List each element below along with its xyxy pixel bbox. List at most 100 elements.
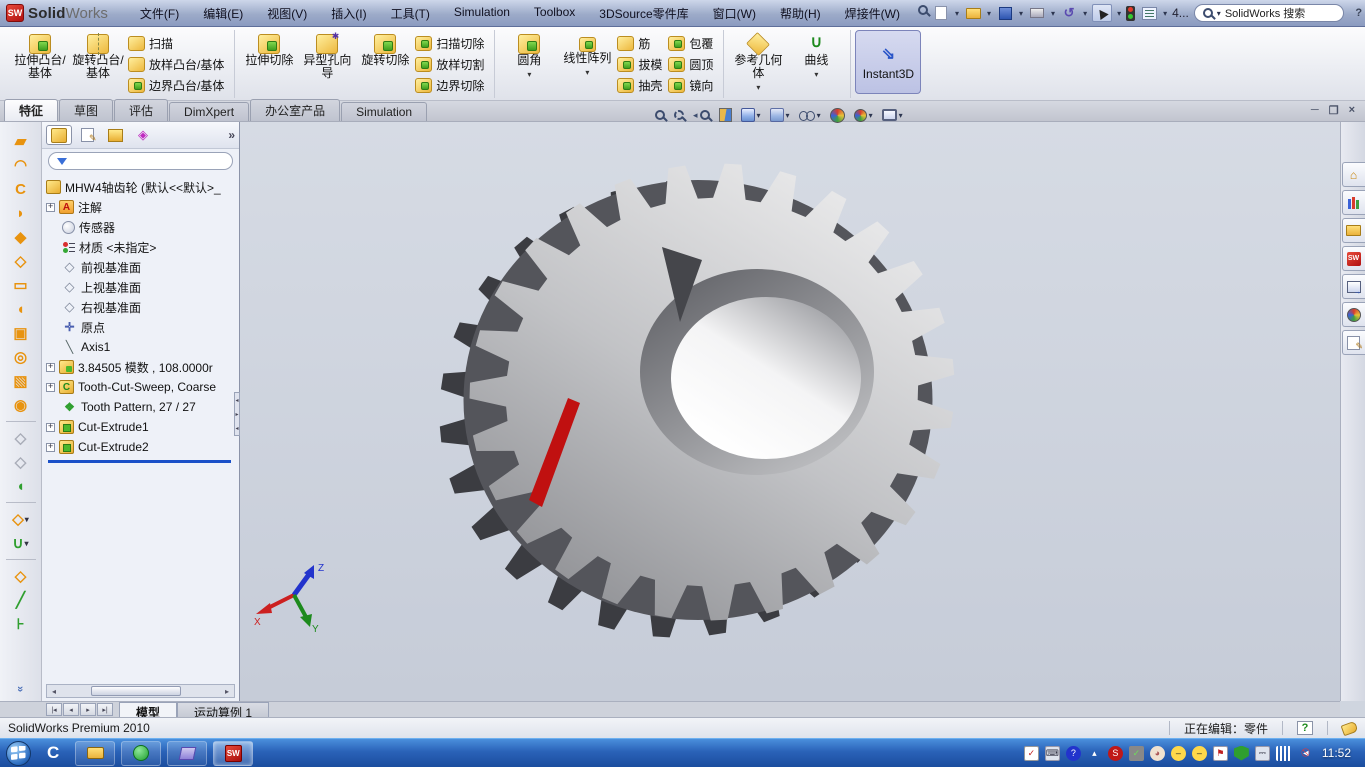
section-view-button[interactable]: [719, 108, 732, 122]
planar-surface-icon[interactable]: ▭: [8, 274, 34, 296]
instant3d-button[interactable]: ⇘ Instant3D: [855, 30, 921, 94]
rebuild-button[interactable]: [1126, 6, 1135, 21]
menu-window[interactable]: 窗口(W): [703, 2, 766, 25]
tree-item-right-plane[interactable]: ◇ 右视基准面: [46, 297, 237, 317]
extend-surface-icon[interactable]: ◇: [8, 427, 34, 449]
model-tab[interactable]: 模型: [119, 702, 177, 717]
new-file-button[interactable]: [932, 5, 950, 21]
extruded-boss-button[interactable]: 拉伸凸台/基体: [12, 31, 68, 97]
sogou-tray-icon[interactable]: S: [1108, 746, 1123, 761]
shell-button[interactable]: 抽壳: [617, 75, 666, 95]
fillet-button[interactable]: 圆角▾: [501, 31, 557, 97]
tab-dimxpert[interactable]: DimXpert: [169, 102, 249, 121]
menu-file[interactable]: 文件(F): [130, 2, 189, 25]
graphics-viewport[interactable]: X Z Y: [240, 122, 1340, 701]
tree-item-cut-extrude2[interactable]: Cut-Extrude2: [46, 437, 237, 457]
document-restore-button[interactable]: ❐: [1329, 104, 1339, 117]
expand-toggle[interactable]: [46, 443, 55, 452]
motion-study-tab[interactable]: 运动算例 1: [177, 702, 269, 717]
menu-insert[interactable]: 插入(I): [321, 2, 376, 25]
options-caret-icon[interactable]: ▾: [1163, 9, 1167, 18]
messenger-taskbar-button[interactable]: [121, 741, 161, 766]
menu-simulation[interactable]: Simulation: [444, 2, 520, 25]
wrap-button[interactable]: 包覆: [668, 33, 717, 53]
revolved-surface-icon[interactable]: ◠: [8, 154, 34, 176]
menu-toolbox[interactable]: Toolbox: [524, 2, 585, 25]
undo-caret-icon[interactable]: ▾: [1083, 9, 1087, 18]
document-minimize-button[interactable]: ─: [1311, 104, 1319, 117]
reference-geometry-button[interactable]: 参考几何体▾: [730, 31, 786, 97]
tree-item-tooth-cut-sweep[interactable]: C Tooth-Cut-Sweep, Coarse: [46, 377, 237, 397]
fillet-surface-icon[interactable]: ◖: [8, 475, 34, 497]
lofted-cut-button[interactable]: 放样切割: [415, 54, 488, 74]
tree-item-tooth-pattern[interactable]: ❖ Tooth Pattern, 27 / 27: [46, 397, 237, 417]
knit-surface-icon[interactable]: ◉: [8, 394, 34, 416]
tree-item-top-plane[interactable]: ◇ 上视基准面: [46, 277, 237, 297]
rib-button[interactable]: 筋: [617, 33, 666, 53]
tree-item-axis1[interactable]: ╲ Axis1: [46, 337, 237, 357]
menu-help[interactable]: 帮助(H): [770, 2, 831, 25]
apply-scene-button[interactable]: [830, 108, 845, 123]
gear-model[interactable]: [240, 122, 1340, 701]
curves-toolbar-icon[interactable]: ∪▾: [8, 532, 34, 554]
first-tab-button[interactable]: |◂: [46, 703, 62, 716]
help-button[interactable]: ?: [1349, 6, 1365, 21]
axis-icon[interactable]: ╱: [8, 589, 34, 611]
tab-sketch[interactable]: 草图: [59, 99, 113, 121]
view-palette-tab[interactable]: [1342, 274, 1365, 299]
rollback-bar[interactable]: [48, 460, 231, 463]
expand-toggle[interactable]: [46, 383, 55, 392]
custom-properties-tab[interactable]: [1342, 330, 1365, 355]
reference-geometry-toolbar-icon[interactable]: ◇▾: [8, 508, 34, 530]
undo-button[interactable]: ↺: [1060, 5, 1078, 21]
open-file-caret-icon[interactable]: ▾: [987, 9, 991, 18]
ruled-surface-icon[interactable]: ▣: [8, 322, 34, 344]
revolved-cut-button[interactable]: 旋转切除: [357, 31, 413, 97]
toolbar-overflow-label[interactable]: 4...: [1172, 6, 1189, 20]
resources-tab[interactable]: ⌂: [1342, 162, 1365, 187]
replace-face-icon[interactable]: ▧: [8, 370, 34, 392]
tree-item-origin[interactable]: ✛ 原点: [46, 317, 237, 337]
tree-item-module-feature[interactable]: 3.84505 模数 , 108.0000r: [46, 357, 237, 377]
mirror-button[interactable]: 镜向: [668, 75, 717, 95]
swept-boss-button[interactable]: 扫描: [128, 33, 228, 53]
tab-features[interactable]: 特征: [4, 99, 58, 121]
boundary-boss-button[interactable]: 边界凸台/基体: [128, 75, 228, 95]
tab-office-products[interactable]: 办公室产品: [250, 99, 340, 121]
keyboard-tray-icon[interactable]: ⌨: [1045, 746, 1060, 761]
previous-view-button[interactable]: ◂: [693, 110, 710, 121]
hide-show-items-button[interactable]: ▾: [799, 111, 821, 120]
volume-muted-tray-icon[interactable]: ◄⃠: [1297, 746, 1312, 761]
explorer-taskbar-button[interactable]: [75, 741, 115, 766]
configurationmanager-tab[interactable]: [102, 125, 128, 145]
trim-surface-icon[interactable]: ◇: [8, 451, 34, 473]
featuremanager-tab[interactable]: [46, 125, 72, 145]
prev-tab-button[interactable]: ◂: [63, 703, 79, 716]
display-style-button[interactable]: ▾: [770, 108, 790, 122]
next-tab-button[interactable]: ▸: [80, 703, 96, 716]
tree-item-sensors[interactable]: 传感器: [46, 217, 237, 237]
appearances-tab[interactable]: [1342, 302, 1365, 327]
curves-caret-icon[interactable]: ▾: [814, 68, 818, 81]
scroll-right-icon[interactable]: ▸: [220, 687, 234, 696]
fillet-caret-icon[interactable]: ▾: [527, 68, 531, 81]
print-button[interactable]: [1028, 5, 1046, 21]
search-caret-icon[interactable]: ▾: [1217, 9, 1221, 18]
qq1-tray-icon[interactable]: –: [1171, 746, 1186, 761]
tree-item-front-plane[interactable]: ◇ 前视基准面: [46, 257, 237, 277]
solidworks-search-input[interactable]: [1225, 7, 1333, 19]
signal-tray-icon[interactable]: [1276, 746, 1291, 761]
hole-wizard-button[interactable]: 异型孔向导: [299, 31, 355, 97]
menu-view[interactable]: 视图(V): [257, 2, 317, 25]
menu-search-icon[interactable]: [914, 2, 932, 18]
open-file-button[interactable]: [964, 5, 982, 21]
taskbar-clock[interactable]: 11:52: [1322, 746, 1351, 760]
scrollbar-thumb[interactable]: [91, 686, 181, 696]
flag-tray-icon[interactable]: ⚑: [1213, 746, 1228, 761]
zoom-to-area-button[interactable]: [674, 110, 684, 120]
desktop-c-shortcut[interactable]: C: [47, 743, 59, 763]
tree-horizontal-scrollbar[interactable]: ◂ ▸: [46, 684, 235, 698]
shield-tray-icon[interactable]: [1234, 746, 1249, 761]
select-button[interactable]: [1092, 4, 1112, 22]
extruded-surface-icon[interactable]: ▰: [8, 130, 34, 152]
